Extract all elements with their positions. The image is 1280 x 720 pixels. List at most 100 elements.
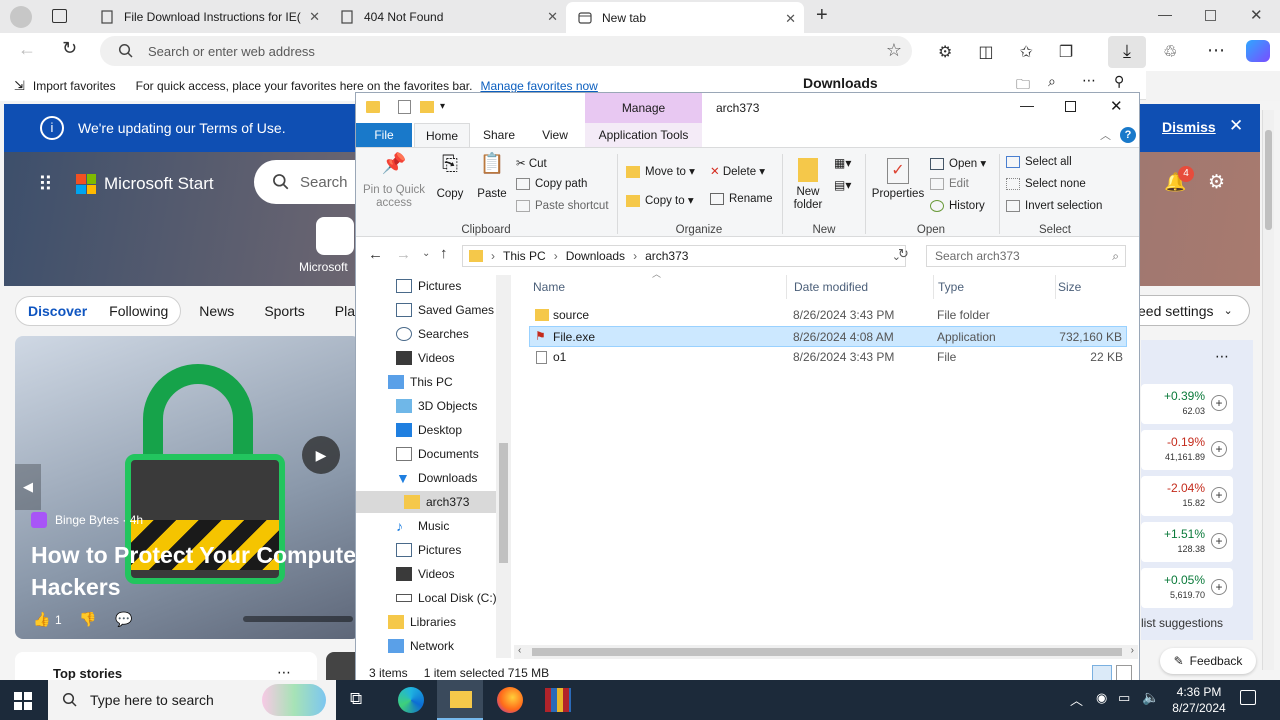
tab-application-tools[interactable]: Application Tools: [585, 123, 702, 147]
add-stock-icon[interactable]: +: [1211, 533, 1227, 549]
select-none-button[interactable]: Select none: [1006, 178, 1086, 190]
minimize-icon[interactable]: —: [1158, 6, 1172, 22]
tab-404[interactable]: 404 Not Found ✕: [328, 0, 566, 33]
crumb-this-pc[interactable]: This PC: [503, 249, 546, 263]
nav-item-arch373[interactable]: arch373: [356, 491, 496, 513]
nav-item-videos[interactable]: Videos: [396, 347, 454, 369]
rename-button[interactable]: Rename: [710, 193, 772, 205]
refresh-icon[interactable]: ↻: [898, 246, 909, 262]
search-icon[interactable]: ⌕: [1048, 73, 1056, 90]
details-view-icon[interactable]: [1092, 665, 1112, 681]
split-screen-icon[interactable]: ◫: [978, 42, 993, 62]
nav-item-local-disk[interactable]: Local Disk (C:): [396, 587, 497, 609]
close-window-icon[interactable]: ✕: [1250, 6, 1263, 24]
page-search-box[interactable]: Search: [254, 160, 364, 204]
manage-favorites-link[interactable]: Manage favorites now: [480, 79, 597, 93]
add-stock-icon[interactable]: +: [1211, 395, 1227, 411]
explorer-search-input[interactable]: Search arch373 ⌕: [926, 245, 1126, 267]
crumb-downloads[interactable]: Downloads: [566, 249, 625, 263]
nav-item-videos-pc[interactable]: Videos: [396, 563, 454, 585]
nav-item-music[interactable]: ♪ Music: [396, 515, 449, 537]
dismiss-link[interactable]: Dismiss: [1162, 119, 1216, 135]
invert-selection-button[interactable]: Invert selection: [1006, 200, 1102, 212]
nav-item-pictures-pc[interactable]: Pictures: [396, 539, 461, 561]
file-row[interactable]: source 8/26/2024 3:43 PM File folder: [529, 305, 1127, 326]
windows-start-icon[interactable]: [14, 692, 32, 710]
collapse-ribbon-icon[interactable]: ︿: [1100, 127, 1111, 143]
nav-item-desktop[interactable]: Desktop: [396, 419, 462, 441]
scroll-right-icon[interactable]: ›: [1131, 645, 1134, 656]
add-stock-icon[interactable]: +: [1211, 441, 1227, 457]
easy-access-icon[interactable]: ▤▾: [834, 178, 851, 192]
more-icon[interactable]: ⋯: [277, 664, 291, 681]
delete-button[interactable]: ✕ Delete ▾: [710, 164, 765, 178]
nav-item-pictures[interactable]: Pictures: [396, 275, 461, 297]
cut-button[interactable]: ✂ Cut: [516, 156, 547, 170]
copilot-tile-icon[interactable]: [316, 217, 354, 255]
copy-to-button[interactable]: Copy to ▾: [626, 193, 694, 207]
nav-scrollbar[interactable]: [496, 275, 511, 658]
copilot-icon[interactable]: [1246, 40, 1270, 62]
performance-icon[interactable]: ♲: [1163, 42, 1177, 62]
task-view-icon[interactable]: ⧉: [350, 689, 362, 709]
meet-now-icon[interactable]: ◉: [1096, 690, 1107, 706]
add-stock-icon[interactable]: +: [1211, 487, 1227, 503]
apps-grid-icon[interactable]: ⠿: [38, 172, 53, 197]
column-size[interactable]: Size: [1056, 275, 1131, 299]
close-tab-icon[interactable]: ✕: [547, 9, 558, 25]
move-to-button[interactable]: Move to ▾: [626, 164, 695, 178]
manage-context-tab[interactable]: Manage: [585, 93, 702, 123]
up-icon[interactable]: ↑: [440, 245, 448, 262]
winrar-taskbar-icon[interactable]: [545, 688, 571, 712]
add-stock-icon[interactable]: +: [1211, 579, 1227, 595]
notification-center-icon[interactable]: [1240, 690, 1256, 705]
copy-path-button[interactable]: Copy path: [516, 178, 587, 190]
forward-icon[interactable]: →: [396, 246, 411, 263]
favorites-icon[interactable]: ✩: [1019, 42, 1032, 62]
nav-item-saved-games[interactable]: Saved Games: [396, 299, 494, 321]
nav-item-network[interactable]: Network: [388, 635, 454, 657]
breadcrumb[interactable]: › This PC › Downloads › arch373 ⌄: [462, 245, 906, 267]
close-banner-icon[interactable]: ✕: [1229, 116, 1243, 136]
paste-button[interactable]: 📋 Paste: [473, 154, 511, 201]
paste-shortcut-button[interactable]: Paste shortcut: [516, 200, 609, 212]
feedback-button[interactable]: ✎ Feedback: [1160, 648, 1256, 674]
play-icon[interactable]: ▶: [302, 436, 340, 474]
more-icon[interactable]: ⋯: [1215, 348, 1229, 365]
history-button[interactable]: History: [930, 200, 985, 212]
nav-item-downloads[interactable]: ▼ Downloads: [396, 467, 477, 489]
back-icon[interactable]: ←: [18, 39, 36, 60]
new-folder-qa-icon[interactable]: [420, 101, 434, 113]
close-tab-icon[interactable]: ✕: [785, 11, 796, 27]
network-icon[interactable]: ▭: [1118, 690, 1130, 706]
address-bar[interactable]: Search or enter web address ☆: [100, 36, 912, 66]
pin-icon[interactable]: ⚲: [1114, 73, 1124, 90]
feed-settings-button[interactable]: eed settings ⌄: [1138, 295, 1250, 326]
tab-file-download[interactable]: File Download Instructions for IE( ✕: [88, 0, 328, 33]
carousel-prev-icon[interactable]: ◀: [15, 464, 41, 510]
tab-actions-icon[interactable]: [52, 9, 67, 23]
extensions-icon[interactable]: ⚙: [938, 42, 952, 62]
clock[interactable]: 4:36 PM 8/27/2024: [1166, 684, 1232, 716]
story-title[interactable]: How to Protect Your Compute Hackers: [31, 539, 360, 603]
column-name[interactable]: Name: [531, 275, 787, 299]
tab-share[interactable]: Share: [474, 123, 524, 147]
collections-icon[interactable]: ❐: [1059, 42, 1073, 62]
settings-gear-icon[interactable]: ⚙: [1208, 171, 1225, 194]
column-date-modified[interactable]: Date modified: [792, 275, 934, 299]
nav-item-3d-objects[interactable]: 3D Objects: [396, 395, 477, 417]
properties-qa-icon[interactable]: [398, 100, 411, 114]
restore-icon[interactable]: [1205, 10, 1216, 21]
scroll-left-icon[interactable]: ‹: [518, 645, 521, 656]
watchlist-suggestions[interactable]: list suggestions: [1141, 616, 1223, 630]
story-card[interactable]: ◀ ▶ Binge Bytes · 4h How to Protect Your…: [15, 336, 360, 639]
explorer-taskbar-button[interactable]: [437, 680, 483, 720]
import-favorites[interactable]: Import favorites: [33, 79, 116, 93]
column-type[interactable]: Type: [936, 275, 1056, 299]
favorite-star-icon[interactable]: ☆: [886, 40, 902, 61]
maximize-icon[interactable]: [1065, 101, 1076, 112]
chevron-up-icon[interactable]: ︿: [1070, 690, 1083, 709]
more-icon[interactable]: ⋯: [1082, 72, 1096, 89]
close-tab-icon[interactable]: ✕: [309, 9, 320, 25]
tab-view[interactable]: View: [530, 123, 580, 147]
